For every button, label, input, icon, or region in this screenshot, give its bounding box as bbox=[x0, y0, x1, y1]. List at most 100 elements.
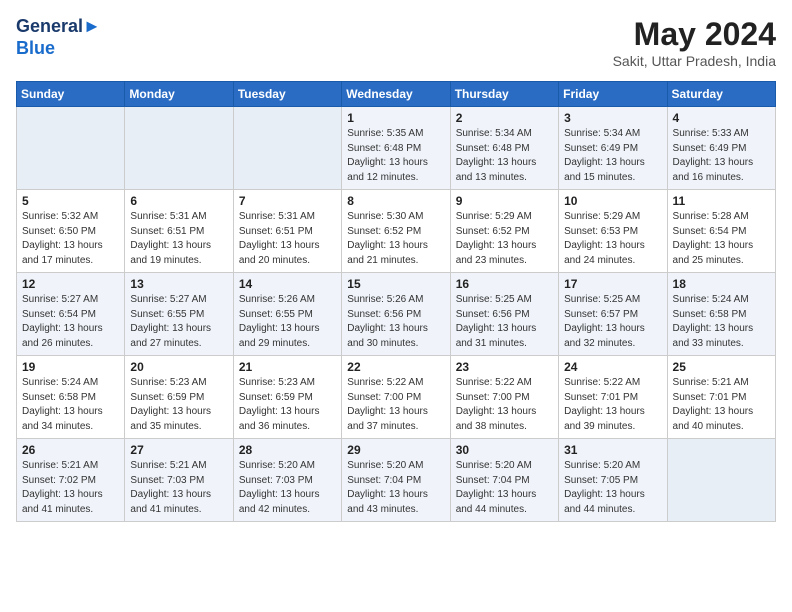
day-info: Sunrise: 5:21 AMSunset: 7:02 PMDaylight:… bbox=[22, 459, 119, 517]
day-number: 23 bbox=[456, 360, 553, 374]
day-number: 5 bbox=[22, 194, 119, 208]
day-info: Sunrise: 5:20 AMSunset: 7:05 PMDaylight:… bbox=[564, 459, 661, 517]
weekday-header-friday: Friday bbox=[559, 82, 667, 107]
day-info: Sunrise: 5:32 AMSunset: 6:50 PMDaylight:… bbox=[22, 210, 119, 268]
day-info: Sunrise: 5:22 AMSunset: 7:00 PMDaylight:… bbox=[347, 376, 444, 434]
calendar-cell: 15Sunrise: 5:26 AMSunset: 6:56 PMDayligh… bbox=[342, 273, 450, 356]
day-number: 4 bbox=[673, 111, 770, 125]
calendar-cell: 14 Sunrise: 5:26 AMSunset: 6:55 PMDayligh… bbox=[233, 273, 341, 356]
day-number: 28 bbox=[239, 443, 336, 457]
calendar-cell: 23 Sunrise: 5:22 AMSunset: 7:00 PMDayligh… bbox=[450, 356, 558, 439]
logo-general: General bbox=[16, 16, 83, 36]
logo: General► Blue bbox=[16, 16, 101, 59]
day-number: 19 bbox=[22, 360, 119, 374]
day-number: 6 bbox=[130, 194, 227, 208]
day-info: Sunrise: 5:25 AMSunset: 6:56 PMDaylight:… bbox=[456, 293, 553, 351]
day-number: 13 bbox=[130, 277, 227, 291]
calendar-cell: 22 Sunrise: 5:22 AMSunset: 7:00 PMDayligh… bbox=[342, 356, 450, 439]
day-info: Sunrise: 5:24 AMSunset: 6:58 PMDaylight:… bbox=[22, 376, 119, 434]
day-number: 2 bbox=[456, 111, 553, 125]
calendar-cell bbox=[233, 107, 341, 190]
calendar-table: SundayMondayTuesdayWednesdayThursdayFrid… bbox=[16, 81, 776, 522]
location-subtitle: Sakit, Uttar Pradesh, India bbox=[613, 53, 776, 69]
weekday-header-thursday: Thursday bbox=[450, 82, 558, 107]
day-number: 26 bbox=[22, 443, 119, 457]
day-number: 3 bbox=[564, 111, 661, 125]
calendar-cell: 5 Sunrise: 5:32 AMSunset: 6:50 PMDaylight… bbox=[17, 190, 125, 273]
day-number: 18 bbox=[673, 277, 770, 291]
calendar-week-row: 5 Sunrise: 5:32 AMSunset: 6:50 PMDaylight… bbox=[17, 190, 776, 273]
day-info: Sunrise: 5:29 AMSunset: 6:52 PMDaylight:… bbox=[456, 210, 553, 268]
title-block: May 2024 Sakit, Uttar Pradesh, India bbox=[613, 16, 776, 69]
day-info: Sunrise: 5:20 AMSunset: 7:03 PMDaylight:… bbox=[239, 459, 336, 517]
calendar-cell: 26 Sunrise: 5:21 AMSunset: 7:02 PMDayligh… bbox=[17, 439, 125, 522]
calendar-cell: 3 Sunrise: 5:34 AMSunset: 6:49 PMDaylight… bbox=[559, 107, 667, 190]
day-info: Sunrise: 5:31 AMSunset: 6:51 PMDaylight:… bbox=[239, 210, 336, 268]
calendar-cell: 7Sunrise: 5:31 AMSunset: 6:51 PMDaylight… bbox=[233, 190, 341, 273]
calendar-cell: 13 Sunrise: 5:27 AMSunset: 6:55 PMDayligh… bbox=[125, 273, 233, 356]
month-year-title: May 2024 bbox=[613, 16, 776, 53]
day-info: Sunrise: 5:26 AMSunset: 6:55 PMDaylight:… bbox=[239, 293, 336, 351]
day-number: 15 bbox=[347, 277, 444, 291]
day-info: Sunrise: 5:28 AMSunset: 6:54 PMDaylight:… bbox=[673, 210, 770, 268]
weekday-header-row: SundayMondayTuesdayWednesdayThursdayFrid… bbox=[17, 82, 776, 107]
calendar-cell: 28 Sunrise: 5:20 AMSunset: 7:03 PMDayligh… bbox=[233, 439, 341, 522]
day-number: 29 bbox=[347, 443, 444, 457]
calendar-cell: 24 Sunrise: 5:22 AMSunset: 7:01 PMDayligh… bbox=[559, 356, 667, 439]
day-number: 20 bbox=[130, 360, 227, 374]
calendar-cell bbox=[667, 439, 775, 522]
day-info: Sunrise: 5:20 AMSunset: 7:04 PMDaylight:… bbox=[347, 459, 444, 517]
calendar-week-row: 1 Sunrise: 5:35 AMSunset: 6:48 PMDaylight… bbox=[17, 107, 776, 190]
calendar-cell: 10Sunrise: 5:29 AMSunset: 6:53 PMDayligh… bbox=[559, 190, 667, 273]
day-info: Sunrise: 5:33 AMSunset: 6:49 PMDaylight:… bbox=[673, 127, 770, 185]
day-info: Sunrise: 5:31 AMSunset: 6:51 PMDaylight:… bbox=[130, 210, 227, 268]
calendar-cell bbox=[125, 107, 233, 190]
calendar-week-row: 26 Sunrise: 5:21 AMSunset: 7:02 PMDayligh… bbox=[17, 439, 776, 522]
day-number: 11 bbox=[673, 194, 770, 208]
calendar-cell: 17Sunrise: 5:25 AMSunset: 6:57 PMDayligh… bbox=[559, 273, 667, 356]
day-number: 1 bbox=[347, 111, 444, 125]
day-info: Sunrise: 5:21 AMSunset: 7:01 PMDaylight:… bbox=[673, 376, 770, 434]
calendar-cell: 9Sunrise: 5:29 AMSunset: 6:52 PMDaylight… bbox=[450, 190, 558, 273]
day-info: Sunrise: 5:27 AMSunset: 6:54 PMDaylight:… bbox=[22, 293, 119, 351]
day-info: Sunrise: 5:25 AMSunset: 6:57 PMDaylight:… bbox=[564, 293, 661, 351]
day-info: Sunrise: 5:22 AMSunset: 7:01 PMDaylight:… bbox=[564, 376, 661, 434]
weekday-header-sunday: Sunday bbox=[17, 82, 125, 107]
calendar-cell: 21Sunrise: 5:23 AMSunset: 6:59 PMDayligh… bbox=[233, 356, 341, 439]
day-info: Sunrise: 5:27 AMSunset: 6:55 PMDaylight:… bbox=[130, 293, 227, 351]
weekday-header-wednesday: Wednesday bbox=[342, 82, 450, 107]
calendar-cell: 1 Sunrise: 5:35 AMSunset: 6:48 PMDaylight… bbox=[342, 107, 450, 190]
calendar-cell: 8 Sunrise: 5:30 AMSunset: 6:52 PMDaylight… bbox=[342, 190, 450, 273]
day-info: Sunrise: 5:23 AMSunset: 6:59 PMDaylight:… bbox=[130, 376, 227, 434]
day-info: Sunrise: 5:34 AMSunset: 6:49 PMDaylight:… bbox=[564, 127, 661, 185]
logo-blue: Blue bbox=[16, 38, 101, 60]
calendar-cell: 25 Sunrise: 5:21 AMSunset: 7:01 PMDayligh… bbox=[667, 356, 775, 439]
day-info: Sunrise: 5:24 AMSunset: 6:58 PMDaylight:… bbox=[673, 293, 770, 351]
calendar-cell: 20 Sunrise: 5:23 AMSunset: 6:59 PMDayligh… bbox=[125, 356, 233, 439]
day-info: Sunrise: 5:22 AMSunset: 7:00 PMDaylight:… bbox=[456, 376, 553, 434]
day-number: 14 bbox=[239, 277, 336, 291]
day-info: Sunrise: 5:30 AMSunset: 6:52 PMDaylight:… bbox=[347, 210, 444, 268]
calendar-week-row: 19 Sunrise: 5:24 AMSunset: 6:58 PMDayligh… bbox=[17, 356, 776, 439]
day-number: 30 bbox=[456, 443, 553, 457]
day-number: 21 bbox=[239, 360, 336, 374]
weekday-header-tuesday: Tuesday bbox=[233, 82, 341, 107]
calendar-cell: 31 Sunrise: 5:20 AMSunset: 7:05 PMDayligh… bbox=[559, 439, 667, 522]
day-info: Sunrise: 5:34 AMSunset: 6:48 PMDaylight:… bbox=[456, 127, 553, 185]
calendar-cell: 6 Sunrise: 5:31 AMSunset: 6:51 PMDaylight… bbox=[125, 190, 233, 273]
calendar-cell: 11 Sunrise: 5:28 AMSunset: 6:54 PMDayligh… bbox=[667, 190, 775, 273]
day-number: 24 bbox=[564, 360, 661, 374]
logo-arrow-icon: ► bbox=[83, 16, 101, 36]
day-number: 10 bbox=[564, 194, 661, 208]
day-info: Sunrise: 5:35 AMSunset: 6:48 PMDaylight:… bbox=[347, 127, 444, 185]
day-number: 8 bbox=[347, 194, 444, 208]
day-number: 25 bbox=[673, 360, 770, 374]
calendar-cell: 2 Sunrise: 5:34 AMSunset: 6:48 PMDaylight… bbox=[450, 107, 558, 190]
calendar-cell: 12Sunrise: 5:27 AMSunset: 6:54 PMDayligh… bbox=[17, 273, 125, 356]
calendar-cell: 29 Sunrise: 5:20 AMSunset: 7:04 PMDayligh… bbox=[342, 439, 450, 522]
day-number: 31 bbox=[564, 443, 661, 457]
calendar-week-row: 12Sunrise: 5:27 AMSunset: 6:54 PMDayligh… bbox=[17, 273, 776, 356]
weekday-header-monday: Monday bbox=[125, 82, 233, 107]
day-number: 22 bbox=[347, 360, 444, 374]
calendar-cell: 27Sunrise: 5:21 AMSunset: 7:03 PMDayligh… bbox=[125, 439, 233, 522]
